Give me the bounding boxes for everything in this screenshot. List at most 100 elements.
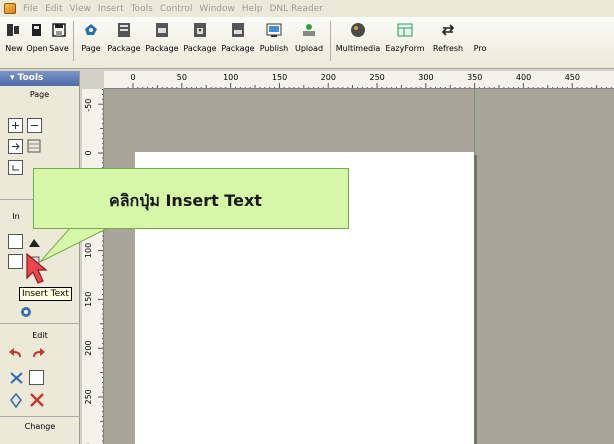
- upload-button[interactable]: Upload: [291, 17, 327, 67]
- link-icon: [21, 307, 31, 317]
- menu-edit[interactable]: Edit: [45, 4, 62, 14]
- open-label: Open: [26, 44, 48, 53]
- page-button[interactable]: Page: [77, 17, 105, 67]
- open-icon: [28, 21, 46, 39]
- tools-panel-header[interactable]: ▾ Tools: [0, 71, 79, 86]
- insert-shape-tool[interactable]: [8, 254, 23, 269]
- publish-icon: [265, 21, 283, 39]
- cut-button[interactable]: [8, 370, 25, 389]
- remove-page-tool[interactable]: [27, 118, 42, 133]
- save-icon: [50, 21, 68, 39]
- toolbar-separator-2: [330, 21, 331, 61]
- package-label: Package: [107, 44, 141, 53]
- package-box-button[interactable]: Package: [219, 17, 257, 67]
- minus-icon: [31, 125, 38, 126]
- package-box-label: Package: [221, 44, 255, 53]
- ruler-label: 250: [370, 73, 385, 82]
- page-properties-tool[interactable]: [27, 139, 42, 154]
- save-button[interactable]: Save: [48, 17, 70, 67]
- pro-button[interactable]: Pro: [468, 17, 492, 67]
- eazyform-button[interactable]: EazyForm: [382, 17, 428, 67]
- left-ruler: -500501001502002500: [82, 89, 104, 444]
- ruler-label: 200: [321, 73, 336, 82]
- add-page-tool[interactable]: [8, 118, 23, 133]
- arrow-right-icon: [12, 143, 20, 150]
- package-lock-label: Package: [183, 44, 217, 53]
- refresh-label: Refresh: [432, 44, 464, 53]
- callout-text: คลิกปุ่ม Insert Text: [109, 191, 262, 210]
- top-ruler: 0501001502002503003504004505: [104, 71, 614, 89]
- instruction-callout: คลิกปุ่ม Insert Text: [33, 168, 349, 229]
- menu-insert[interactable]: Insert: [98, 4, 124, 14]
- group-change-title: Change: [24, 422, 56, 431]
- multimedia-label: Multimedia: [335, 44, 381, 53]
- ruler-label: 350: [467, 73, 482, 82]
- group-insert-title: In: [12, 212, 20, 221]
- eraser-button[interactable]: [8, 392, 24, 412]
- package-html-label: Package: [145, 44, 179, 53]
- ruler-label: 400: [516, 73, 531, 82]
- eazyform-icon: [396, 21, 414, 39]
- group-page-title: Page: [29, 90, 50, 99]
- ruler-label: 100: [84, 243, 93, 258]
- undo-icon: [9, 348, 21, 357]
- menu-help[interactable]: Help: [242, 4, 263, 14]
- main-toolbar: New Open Save Page Package Package Packa…: [0, 17, 614, 69]
- menu-window[interactable]: Window: [199, 4, 235, 14]
- publish-button[interactable]: Publish: [257, 17, 291, 67]
- group-edit-title: Edit: [32, 331, 48, 340]
- scissors-icon: [10, 372, 23, 384]
- ruler-label: 0: [131, 73, 136, 82]
- multimedia-button[interactable]: Multimedia: [334, 17, 382, 67]
- undo-button[interactable]: [8, 347, 24, 364]
- package-box-icon: [229, 21, 247, 39]
- upload-icon: [300, 21, 318, 39]
- delete-button[interactable]: [28, 391, 46, 412]
- menu-tools[interactable]: Tools: [131, 4, 153, 14]
- new-label: New: [5, 44, 23, 53]
- next-page-tool[interactable]: [8, 139, 23, 154]
- undo-page-tool[interactable]: [8, 160, 23, 175]
- ruler-label: 50: [177, 73, 187, 82]
- tools-title: Tools: [17, 73, 44, 83]
- refresh-icon: [439, 21, 457, 39]
- menu-view[interactable]: View: [70, 4, 91, 14]
- menu-file[interactable]: File: [23, 4, 38, 14]
- delete-x-icon: [30, 393, 44, 407]
- page-grid-icon: [27, 139, 41, 153]
- ruler-label: 250: [84, 389, 93, 404]
- undo-icon: [12, 165, 19, 171]
- ruler-label: 200: [84, 340, 93, 355]
- left-ruler-ticks: -500501001502002500: [84, 89, 103, 444]
- insert-text-tool[interactable]: [8, 234, 23, 249]
- new-button[interactable]: New: [2, 17, 26, 67]
- vertical-guide-line[interactable]: [474, 89, 475, 444]
- ruler-label: -50: [84, 99, 93, 112]
- package-html-button[interactable]: Package: [143, 17, 181, 67]
- top-ruler-ticks: 0501001502002503003504004505: [127, 73, 612, 88]
- group-divider-2: [0, 323, 80, 324]
- editor-canvas[interactable]: [104, 89, 614, 444]
- group-divider-3: [0, 416, 80, 417]
- menu-dnl-reader[interactable]: DNL Reader: [269, 4, 322, 14]
- insert-image-tool[interactable]: [27, 234, 42, 249]
- pro-icon: [471, 21, 489, 39]
- multimedia-icon: [349, 21, 367, 39]
- redo-button[interactable]: [30, 347, 46, 364]
- page-label: Page: [81, 44, 101, 53]
- refresh-button[interactable]: Refresh: [428, 17, 468, 67]
- open-button[interactable]: Open: [26, 17, 48, 67]
- menu-control[interactable]: Control: [160, 4, 193, 14]
- ruler-label: 300: [418, 73, 433, 82]
- menu-bar: File Edit View Insert Tools Control Wind…: [0, 0, 614, 17]
- copy-button[interactable]: [29, 370, 44, 385]
- package-lock-button[interactable]: Package: [181, 17, 219, 67]
- upload-label: Upload: [294, 44, 324, 53]
- eraser-icon: [10, 392, 22, 409]
- plus-icon: [12, 122, 19, 129]
- package-button[interactable]: Package: [105, 17, 143, 67]
- package-icon: [115, 21, 133, 39]
- save-label: Save: [49, 44, 69, 53]
- ruler-label: 450: [565, 73, 580, 82]
- insert-link-tool[interactable]: [18, 303, 36, 321]
